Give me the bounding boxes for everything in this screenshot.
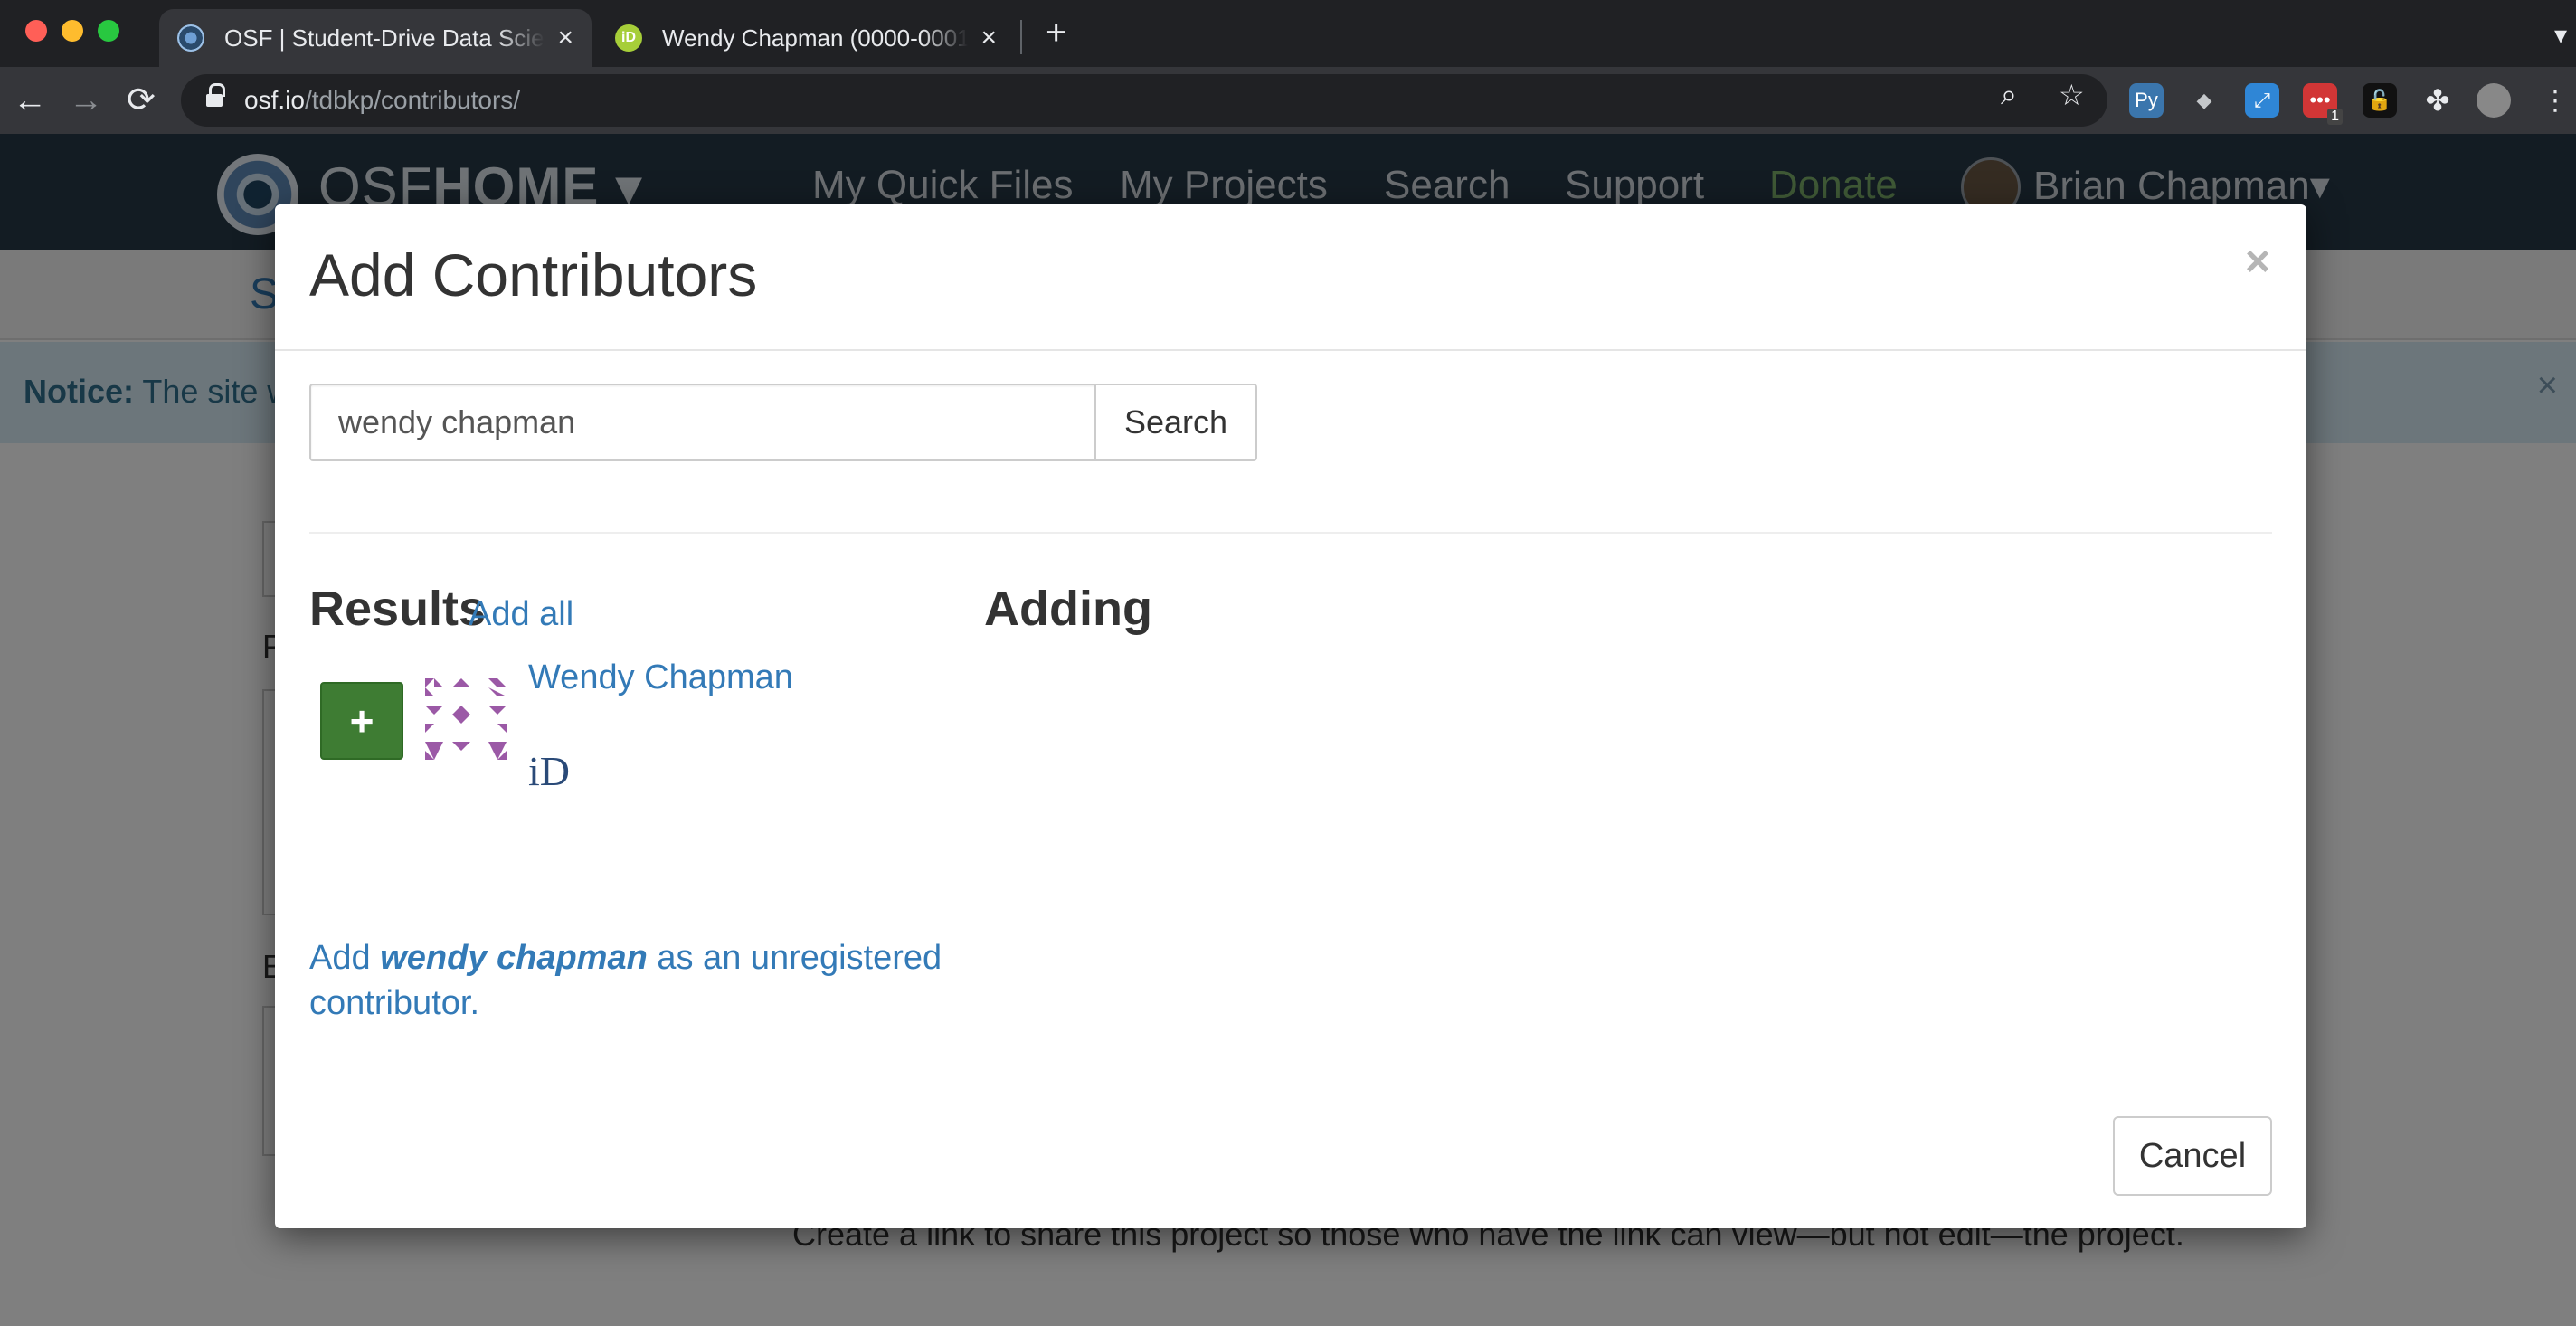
zoom-icon[interactable]: ⌕ xyxy=(2001,78,2017,112)
tab-close-icon[interactable]: × xyxy=(980,23,997,53)
tab-search-icon[interactable]: ▾ xyxy=(2554,20,2567,50)
tab-close-icon[interactable]: × xyxy=(557,23,573,53)
add-unregistered-contributor-link[interactable]: Add wendy chapman as an unregistered con… xyxy=(309,935,979,1026)
bookmark-star-icon[interactable]: ☆ xyxy=(2059,78,2085,112)
results-heading: Results xyxy=(309,582,487,636)
kebab-menu-icon[interactable]: ⋮ xyxy=(2538,83,2572,118)
browser-tab-orcid[interactable]: iD Wendy Chapman (0000-0001-8702-4483) × xyxy=(597,9,1015,67)
user-identicon xyxy=(425,678,507,760)
search-button[interactable]: Search xyxy=(1094,384,1257,461)
window-zoom-button[interactable] xyxy=(98,20,119,42)
osf-favicon-icon xyxy=(177,24,204,52)
profile-avatar-icon[interactable] xyxy=(2477,83,2511,118)
contributor-search-input[interactable] xyxy=(309,384,1098,461)
add-user-button[interactable]: + xyxy=(320,682,403,760)
orcid-id-icon[interactable]: iD xyxy=(528,747,570,795)
window-close-button[interactable] xyxy=(25,20,47,42)
back-arrow-icon[interactable]: ← xyxy=(13,81,47,119)
unregistered-query: wendy chapman xyxy=(380,939,648,977)
url-text: osf.io/tdbkp/contributors/ xyxy=(244,86,521,114)
modal-header: Add Contributors × xyxy=(275,204,2306,351)
python-extension-icon[interactable]: Py xyxy=(2129,83,2164,118)
result-user-name-link[interactable]: Wendy Chapman xyxy=(528,658,793,697)
orcid-favicon-icon: iD xyxy=(615,24,642,52)
reload-icon[interactable]: ⟳ xyxy=(127,81,156,119)
forward-arrow-icon[interactable]: → xyxy=(69,81,103,119)
tab-separator xyxy=(1020,20,1022,54)
divider xyxy=(309,532,2272,534)
add-all-link[interactable]: Add all xyxy=(469,595,573,634)
resize-extension-icon[interactable]: ⤢ xyxy=(2245,83,2279,118)
browser-toolbar: ← → ⟳ osf.io/tdbkp/contributors/ ⌕ ☆ Py … xyxy=(0,67,2576,134)
dropbox-extension-icon[interactable]: ◆ xyxy=(2187,83,2221,118)
tab-title: OSF | Student-Drive Data Science xyxy=(224,24,545,52)
lock-icon xyxy=(206,83,225,110)
puzzle-extensions-icon[interactable]: ✤ xyxy=(2420,83,2455,118)
lastpass-extension-icon[interactable]: ••• 1 xyxy=(2303,83,2343,125)
address-bar[interactable]: osf.io/tdbkp/contributors/ xyxy=(181,74,2107,127)
window-minimize-button[interactable] xyxy=(62,20,83,42)
new-tab-icon[interactable]: + xyxy=(1046,13,1066,53)
browser-tab-osf[interactable]: OSF | Student-Drive Data Science × xyxy=(159,9,592,67)
tab-title: Wendy Chapman (0000-0001-8702-4483) xyxy=(662,24,969,52)
browser-tab-strip: OSF | Student-Drive Data Science × iD We… xyxy=(0,0,2576,67)
cancel-button[interactable]: Cancel xyxy=(2113,1116,2272,1196)
add-contributors-modal: Add Contributors × Search Results Add al… xyxy=(275,204,2306,1228)
close-icon[interactable]: × xyxy=(2245,237,2270,287)
extension-badge: 1 xyxy=(2327,109,2343,125)
modal-title: Add Contributors xyxy=(309,242,758,308)
lock-extension-icon[interactable]: 🔓 xyxy=(2363,83,2397,118)
adding-heading: Adding xyxy=(984,582,1152,636)
